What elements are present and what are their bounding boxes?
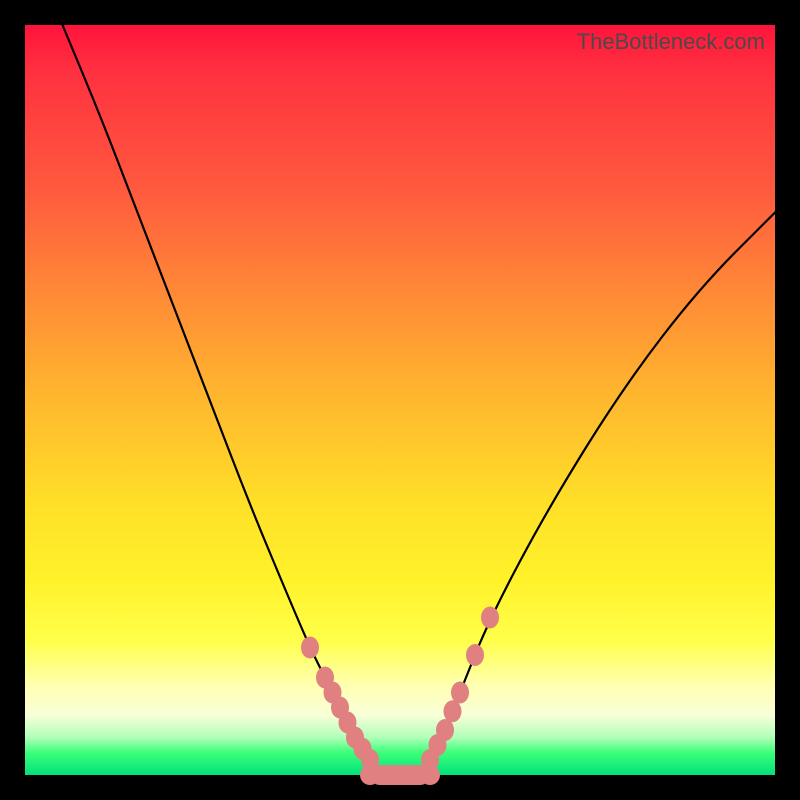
curve-marker (451, 682, 469, 704)
curve-marker (301, 637, 319, 659)
chart-frame: TheBottleneck.com (0, 0, 800, 800)
curve-marker (466, 644, 484, 666)
plot-area: TheBottleneck.com (25, 25, 775, 775)
curve-marker (436, 719, 454, 741)
curve-marker (444, 700, 462, 722)
curve-path (63, 25, 776, 775)
bottleneck-curve (25, 25, 775, 775)
curve-marker (420, 765, 440, 785)
curve-markers (301, 607, 499, 786)
curve-marker (360, 765, 380, 785)
curve-marker (481, 607, 499, 629)
